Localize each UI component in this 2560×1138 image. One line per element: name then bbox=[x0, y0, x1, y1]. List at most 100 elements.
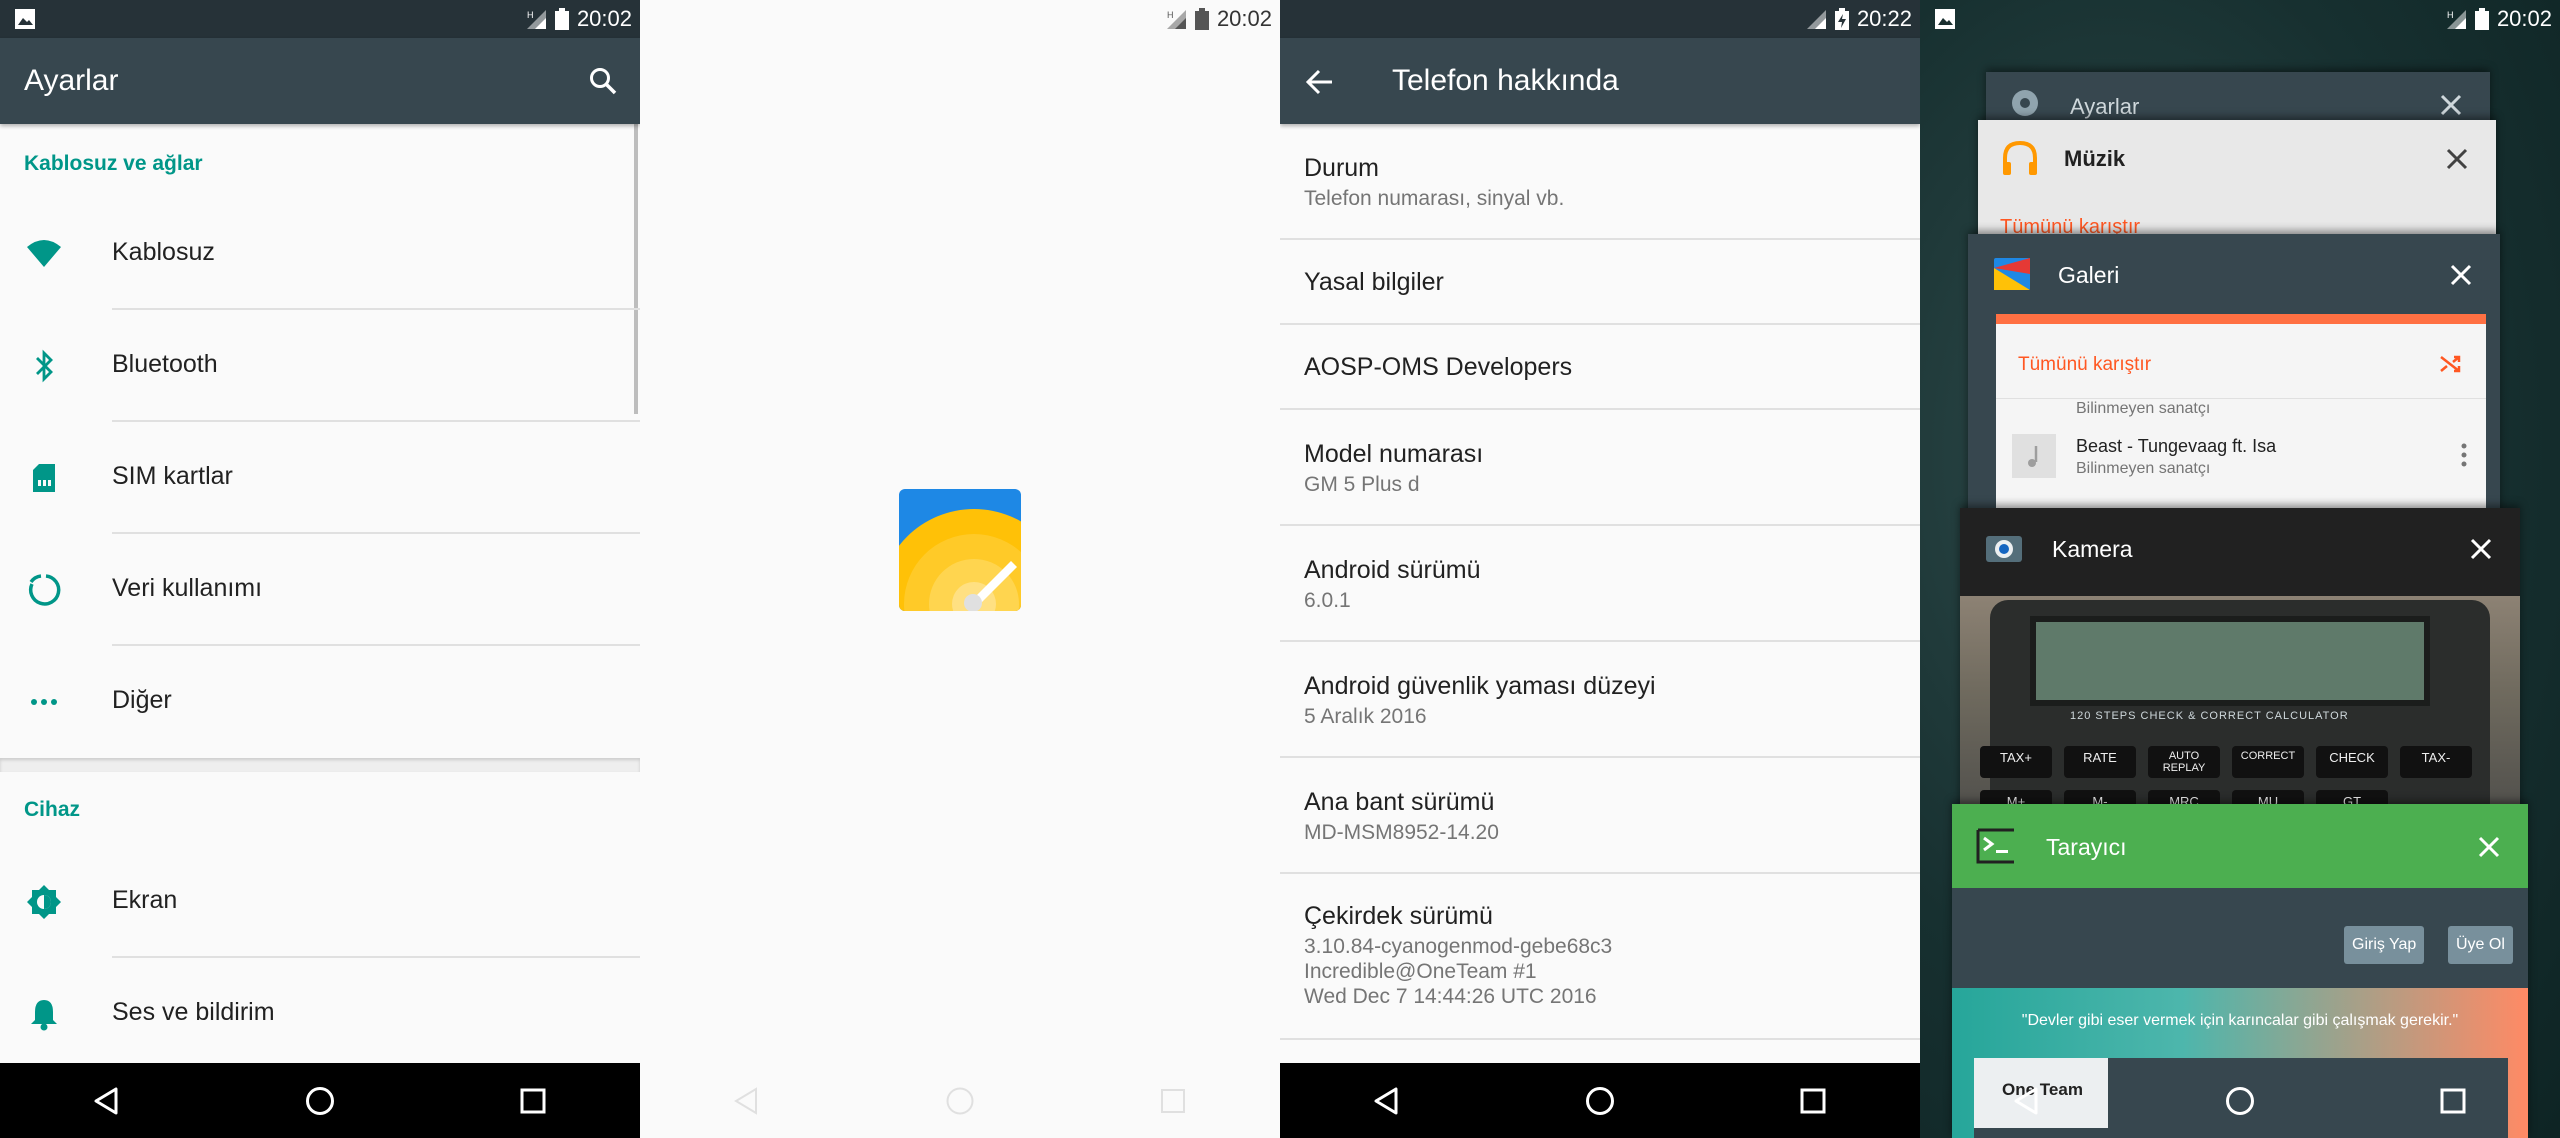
gallery-app-icon bbox=[1994, 258, 2030, 290]
settings-item-display[interactable]: Ekran bbox=[0, 846, 640, 958]
bell-icon bbox=[31, 1000, 57, 1031]
svg-text:H: H bbox=[2447, 10, 2454, 20]
recents-nav-icon[interactable] bbox=[1797, 1085, 1829, 1117]
row-subtitle: MD-MSM8952-14.20 bbox=[1304, 821, 1499, 844]
row-subtitle: GM 5 Plus d bbox=[1304, 473, 1420, 496]
row-title: Çekirdek sürümü bbox=[1304, 902, 1493, 930]
group-divider bbox=[0, 758, 640, 772]
calc-key: RATE bbox=[2064, 746, 2136, 778]
about-row-android-version[interactable]: Android sürümü 6.0.1 bbox=[1280, 526, 1920, 642]
close-icon[interactable] bbox=[2444, 258, 2478, 292]
calculator-keys: TAX+ RATE AUTO REPLAY CORRECT CHECK TAX-… bbox=[1980, 746, 2520, 813]
login-button[interactable]: Giriş Yap bbox=[2344, 926, 2425, 964]
settings-item-bluetooth[interactable]: Bluetooth bbox=[0, 310, 640, 422]
battery-icon bbox=[1194, 8, 1209, 30]
status-time: 20:02 bbox=[576, 6, 632, 31]
shuffle-all-label: Tümünü karıştır bbox=[2018, 354, 2152, 375]
card-title: Ayarlar bbox=[2070, 94, 2140, 119]
calc-key: CHECK bbox=[2316, 746, 2388, 778]
search-icon[interactable] bbox=[588, 66, 618, 96]
recent-card-camera[interactable]: Kamera 120 STEPS CHECK & CORRECT CALCULA… bbox=[1960, 508, 2520, 838]
close-icon[interactable] bbox=[2434, 88, 2468, 122]
more-horiz-icon bbox=[31, 699, 57, 705]
settings-item-label: SIM kartlar bbox=[112, 462, 233, 490]
home-nav-icon[interactable] bbox=[2224, 1085, 2256, 1117]
about-phone-screen: 20:22 Telefon hakkında Durum Telefon num… bbox=[1280, 0, 1920, 1138]
status-time: 20:02 bbox=[1216, 6, 1272, 31]
close-icon[interactable] bbox=[2472, 830, 2506, 864]
back-arrow-icon[interactable] bbox=[1306, 68, 1334, 96]
calc-key: CORRECT bbox=[2232, 746, 2304, 778]
card-title: Kamera bbox=[2052, 536, 2133, 562]
about-row-status[interactable]: Durum Telefon numarası, sinyal vb. bbox=[1280, 124, 1920, 240]
settings-item-sim[interactable]: SIM kartlar bbox=[0, 422, 640, 534]
page-title: Telefon hakkında bbox=[1392, 64, 1619, 97]
settings-item-label: Veri kullanımı bbox=[112, 574, 263, 602]
headphones-icon bbox=[2003, 140, 2037, 175]
signup-button[interactable]: Üye Ol bbox=[2448, 926, 2513, 964]
about-row-kernel[interactable]: Çekirdek sürümü 3.10.84-cyanogenmod-gebe… bbox=[1280, 874, 1920, 1040]
gear-icon bbox=[2012, 90, 2038, 116]
row-title: AOSP-OMS Developers bbox=[1304, 353, 1573, 381]
calc-key: AUTO REPLAY bbox=[2148, 746, 2220, 778]
app-bar: Telefon hakkında bbox=[1280, 38, 1920, 124]
signal-icon bbox=[1806, 10, 1826, 29]
settings-item-label: Ekran bbox=[112, 886, 178, 914]
camera-icon bbox=[1986, 536, 2022, 562]
about-row-model[interactable]: Model numarası GM 5 Plus d bbox=[1280, 410, 1920, 526]
recents-nav-icon[interactable] bbox=[1157, 1085, 1189, 1117]
card-header: Kamera bbox=[1960, 508, 2520, 588]
card-header: Müzik bbox=[1978, 120, 2496, 198]
home-nav-icon[interactable] bbox=[1584, 1085, 1616, 1117]
about-row-security-patch[interactable]: Android güvenlik yaması düzeyi 5 Aralık … bbox=[1280, 642, 1920, 758]
back-nav-icon[interactable] bbox=[2011, 1085, 2043, 1117]
close-icon[interactable] bbox=[2440, 142, 2474, 176]
gallery-app-logo-icon bbox=[899, 489, 1021, 611]
gallery-preview: Tümünü karıştır Bilinmeyen sanatçı Beast… bbox=[1996, 314, 2486, 534]
about-row-developers[interactable]: AOSP-OMS Developers bbox=[1280, 325, 1920, 410]
calc-key: TAX+ bbox=[1980, 746, 2052, 778]
shuffle-icon bbox=[2440, 355, 2461, 373]
row-title: Model numarası bbox=[1304, 440, 1484, 468]
home-nav-icon[interactable] bbox=[944, 1085, 976, 1117]
home-nav-icon[interactable] bbox=[304, 1085, 336, 1117]
back-nav-icon[interactable] bbox=[91, 1085, 123, 1117]
row-subtitle: 3.10.84-cyanogenmod-gebe68c3 Incredible@… bbox=[1304, 935, 1613, 1008]
status-time: 20:02 bbox=[2496, 6, 2552, 31]
overflow-menu-icon[interactable] bbox=[2460, 442, 2468, 468]
calculator-text: 120 STEPS CHECK & CORRECT CALCULATOR bbox=[2070, 710, 2349, 722]
recents-nav-icon[interactable] bbox=[2437, 1085, 2469, 1117]
row-subtitle: 5 Aralık 2016 bbox=[1304, 705, 1427, 728]
row-title: Ana bant sürümü bbox=[1304, 788, 1495, 816]
card-title: Müzik bbox=[2064, 146, 2126, 171]
row-subtitle: Telefon numarası, sinyal vb. bbox=[1304, 187, 1565, 210]
about-row-legal[interactable]: Yasal bilgiler bbox=[1280, 240, 1920, 325]
close-icon[interactable] bbox=[2464, 532, 2498, 566]
back-nav-icon[interactable] bbox=[731, 1085, 763, 1117]
recent-card-gallery[interactable]: Galeri Tümünü karıştır Bilinmeyen sanatç… bbox=[1968, 234, 2500, 534]
battery-icon bbox=[2474, 8, 2489, 30]
song-title: Beast - Tungevaag ft. Isa bbox=[2076, 436, 2277, 456]
battery-charging-icon bbox=[1834, 8, 1849, 30]
data-usage-icon bbox=[28, 574, 61, 606]
wifi-icon bbox=[27, 240, 61, 267]
row-title: Android sürümü bbox=[1304, 556, 1481, 584]
music-note-icon bbox=[2012, 434, 2056, 478]
settings-item-more[interactable]: Diğer bbox=[0, 646, 640, 758]
page-title: Ayarlar bbox=[24, 64, 119, 97]
back-nav-icon[interactable] bbox=[1371, 1085, 1403, 1117]
recents-nav-icon[interactable] bbox=[517, 1085, 549, 1117]
navigation-bar bbox=[0, 1063, 640, 1138]
navigation-bar bbox=[640, 1063, 1280, 1138]
svg-text:H: H bbox=[1167, 10, 1174, 20]
settings-item-wifi[interactable]: Kablosuz bbox=[0, 198, 640, 310]
gallery-splash-screen: H 20:02 bbox=[640, 0, 1280, 1138]
signal-icon: H bbox=[1166, 10, 1186, 29]
about-row-baseband[interactable]: Ana bant sürümü MD-MSM8952-14.20 bbox=[1280, 758, 1920, 874]
settings-item-data-usage[interactable]: Veri kullanımı bbox=[0, 534, 640, 646]
bluetooth-icon bbox=[36, 349, 53, 383]
settings-item-label: Bluetooth bbox=[112, 350, 218, 378]
settings-item-sound[interactable]: Ses ve bildirim bbox=[0, 958, 640, 1070]
app-bar: Ayarlar bbox=[0, 38, 640, 124]
card-title: Galeri bbox=[2058, 262, 2120, 288]
